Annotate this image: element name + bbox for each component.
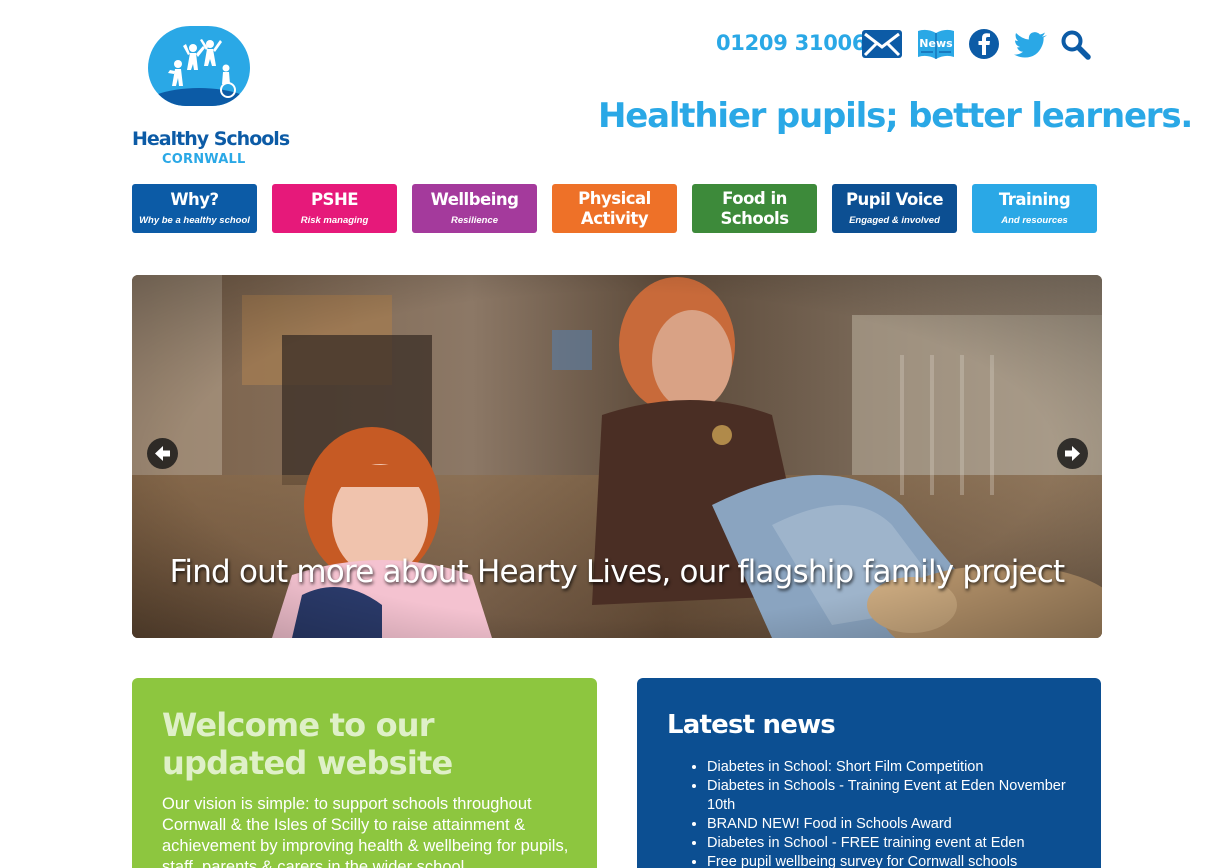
nav-sublabel: Engaged & involved <box>849 215 940 226</box>
logo-subtitle: CORNWALL <box>162 152 246 167</box>
arrow-right-icon <box>1065 446 1080 461</box>
slider-prev-button[interactable] <box>147 438 178 469</box>
envelope-icon[interactable] <box>861 28 903 60</box>
nav-sublabel: Risk managing <box>300 215 369 226</box>
logo-title: Healthy Schools <box>132 128 290 150</box>
news-item[interactable]: Diabetes in Schools - Training Event at … <box>707 777 1077 815</box>
nav-label: Physical Activity <box>578 189 651 228</box>
news-item[interactable]: Diabetes in School: Short Film Competiti… <box>707 758 1077 777</box>
news-item[interactable]: Diabetes in School - FREE training event… <box>707 834 1077 853</box>
nav-item-food-in-schools[interactable]: Food in Schools <box>692 184 817 233</box>
welcome-title: Welcome to our updated website <box>162 706 453 782</box>
nav-sublabel: Why be a healthy school <box>139 215 250 226</box>
site-tagline: Healthier pupils; better learners. <box>598 96 1193 136</box>
nav-sublabel: Resilience <box>451 215 498 226</box>
nav-label: Wellbeing <box>430 190 519 209</box>
twitter-bird-icon[interactable] <box>1013 28 1055 60</box>
phone-number[interactable]: 01209 310061 <box>716 31 881 55</box>
welcome-panel: Welcome to our updated website Our visio… <box>132 678 597 868</box>
latest-news-panel: Latest news Diabetes in School: Short Fi… <box>637 678 1101 868</box>
nav-item-pupil-voice[interactable]: Pupil Voice Engaged & involved <box>832 184 957 233</box>
facebook-icon[interactable] <box>968 28 1010 60</box>
nav-item-training[interactable]: Training And resources <box>972 184 1097 233</box>
welcome-body: Our vision is simple: to support schools… <box>162 795 569 868</box>
nav-label: Training <box>998 190 1071 209</box>
magnifier-icon[interactable] <box>1060 28 1102 60</box>
news-title: Latest news <box>667 710 836 740</box>
hero-slider[interactable]: Find out more about Hearty Lives, our fl… <box>132 275 1102 638</box>
nav-label: Pupil Voice <box>845 190 944 209</box>
nav-label: Food in Schools <box>720 189 789 228</box>
nav-label: Why? <box>170 190 219 209</box>
hero-caption[interactable]: Find out more about Hearty Lives, our fl… <box>132 554 1102 590</box>
logo-emblem <box>148 26 250 106</box>
arrow-left-icon <box>155 446 170 461</box>
site-logo[interactable]: Healthy Schools CORNWALL <box>132 26 290 168</box>
nav-item-wellbeing[interactable]: Wellbeing Resilience <box>412 184 537 233</box>
news-list: Diabetes in School: Short Film Competiti… <box>707 758 1077 868</box>
page-container: Healthy Schools CORNWALL 01209 310061 Ne… <box>132 0 1193 868</box>
newspaper-icon[interactable]: News <box>916 28 958 60</box>
nav-item-pshe[interactable]: PSHE Risk managing <box>272 184 397 233</box>
news-item[interactable]: BRAND NEW! Food in Schools Award <box>707 815 1077 834</box>
news-item[interactable]: Free pupil wellbeing survey for Cornwall… <box>707 853 1077 868</box>
nav-item-physical-activity[interactable]: Physical Activity <box>552 184 677 233</box>
main-navigation: Why? Why be a healthy school PSHE Risk m… <box>132 184 1102 233</box>
slider-next-button[interactable] <box>1057 438 1088 469</box>
nav-item-why[interactable]: Why? Why be a healthy school <box>132 184 257 233</box>
news-icon-text: News <box>919 37 953 50</box>
nav-sublabel: And resources <box>1001 215 1068 226</box>
nav-label: PSHE <box>310 190 359 209</box>
